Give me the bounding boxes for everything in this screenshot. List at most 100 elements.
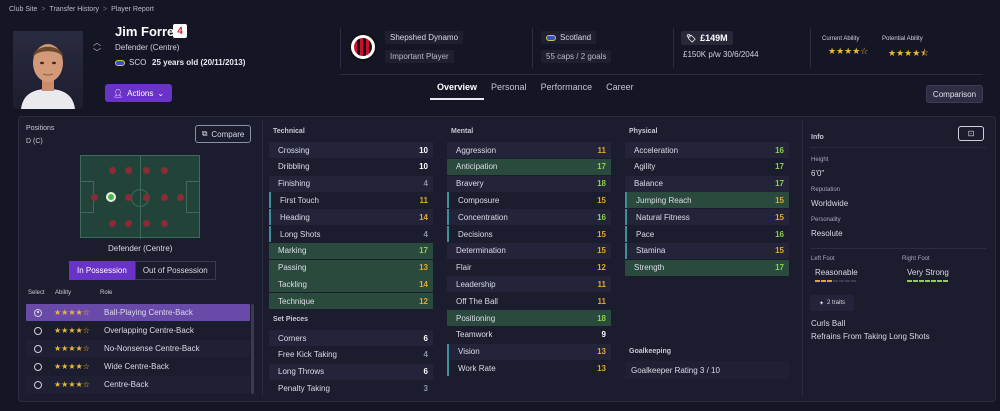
divider <box>802 120 803 396</box>
compare-button[interactable]: ⧉ Compare <box>195 125 251 143</box>
tab-career[interactable]: Career <box>599 80 641 100</box>
attribute-row[interactable]: Determination 15 <box>447 242 611 259</box>
in-possession-tab[interactable]: In Possession <box>69 261 135 280</box>
attribute-value: 15 <box>597 246 606 256</box>
current-ability-stars: ★★★★☆ <box>828 46 869 56</box>
attribute-row[interactable]: Dribbling 10 <box>269 158 433 175</box>
attribute-row[interactable]: Finishing 4 <box>269 175 433 192</box>
role-row[interactable]: ★★★★☆ Centre-Back <box>26 376 250 393</box>
attribute-row[interactable]: Tackling 14 <box>269 276 433 293</box>
attribute-row[interactable]: Marking 17 <box>269 242 433 259</box>
attribute-row[interactable]: First Touch 11 <box>269 192 433 209</box>
possession-toggle: In Possession Out of Possession <box>69 261 216 280</box>
roles-scrollbar[interactable] <box>251 304 254 394</box>
nationality: SCO <box>115 58 146 67</box>
role-ability-stars: ★★★★☆ <box>54 380 90 389</box>
attribute-row[interactable]: Decisions 15 <box>447 226 611 242</box>
info-title: Info <box>811 134 824 141</box>
squad-number-badge: 4 <box>173 24 187 38</box>
attribute-row[interactable]: Positioning 18 <box>447 310 611 326</box>
attribute-row[interactable]: Agility 17 <box>625 158 789 175</box>
club-crest-icon[interactable] <box>349 33 377 61</box>
traits-count: 2 traits <box>827 300 846 306</box>
attribute-row[interactable]: Stamina 15 <box>625 242 789 259</box>
role-row[interactable]: ★★★★☆ Wide Centre-Back <box>26 358 250 375</box>
role-radio[interactable] <box>34 380 42 389</box>
attribute-row[interactable]: Long Throws 6 <box>269 363 433 380</box>
attribute-name: Decisions <box>458 229 493 239</box>
out-of-possession-tab[interactable]: Out of Possession <box>134 261 216 280</box>
reputation-value: Worldwide <box>811 199 849 208</box>
breadcrumb-club-site[interactable]: Club Site <box>9 6 37 13</box>
right-foot-bar <box>907 280 948 282</box>
right-foot-value: Very Strong <box>907 268 949 277</box>
attribute-row[interactable]: Passing 13 <box>269 259 433 276</box>
nation-flag-icon <box>546 34 556 41</box>
tab-personal[interactable]: Personal <box>484 80 534 100</box>
divider <box>262 120 263 396</box>
role-row[interactable]: ★★★★☆ No-Nonsense Centre-Back <box>26 340 250 357</box>
attribute-row[interactable]: Penalty Taking 3 <box>269 380 433 397</box>
attribute-row[interactable]: Aggression 11 <box>447 142 611 158</box>
chevron-up-icon[interactable]: ︿ <box>93 38 101 48</box>
attribute-row[interactable]: Strength 17 <box>625 259 789 276</box>
attribute-value: 16 <box>775 229 784 239</box>
attribute-row[interactable]: Work Rate 13 <box>447 360 611 377</box>
tab-performance[interactable]: Performance <box>534 80 600 100</box>
role-row[interactable]: ★★★★☆ Overlapping Centre-Back <box>26 322 250 339</box>
attribute-row[interactable]: Balance 17 <box>625 175 789 192</box>
attribute-value: 15 <box>775 212 784 222</box>
attribute-row[interactable]: Composure 15 <box>447 192 611 209</box>
role-radio[interactable] <box>34 308 42 317</box>
club-name[interactable]: Shepshed Dynamo <box>385 31 464 44</box>
tab-overview[interactable]: Overview <box>430 80 485 100</box>
attribute-row[interactable]: Acceleration 16 <box>625 142 789 158</box>
role-name: Ball-Playing Centre-Back <box>104 308 193 317</box>
comparison-button[interactable]: Comparison <box>926 85 983 103</box>
attribute-row[interactable]: Jumping Reach 15 <box>625 192 789 209</box>
attribute-row[interactable]: Corners 6 <box>269 330 433 346</box>
header-divider <box>340 74 983 75</box>
goalkeeper-rating: Goalkeeper Rating 3 / 10 <box>625 361 789 379</box>
actions-button[interactable]: 👤︎ Actions ⌄ <box>105 84 172 102</box>
attribute-value: 4 <box>423 179 428 189</box>
chevron-down-icon[interactable]: ﹀ <box>93 48 101 58</box>
attribute-value: 17 <box>419 246 428 256</box>
attribute-value: 13 <box>597 363 606 373</box>
role-radio[interactable] <box>34 326 42 335</box>
attribute-value: 16 <box>597 212 606 222</box>
attribute-value: 15 <box>597 195 606 205</box>
attribute-row[interactable]: Off The Ball 11 <box>447 293 611 310</box>
attribute-row[interactable]: Anticipation 17 <box>447 158 611 175</box>
attribute-row[interactable]: Natural Fitness 15 <box>625 209 789 226</box>
traits-badge[interactable]: ✦ 2 traits <box>810 295 854 311</box>
attribute-row[interactable]: Flair 12 <box>447 259 611 276</box>
attribute-row[interactable]: Leadership 11 <box>447 276 611 293</box>
attribute-row[interactable]: Long Shots 4 <box>269 226 433 242</box>
national-team[interactable]: Scotland <box>541 31 597 44</box>
attribute-value: 3 <box>423 383 428 393</box>
player-nav-arrows[interactable]: ︿ ﹀ <box>93 38 101 58</box>
attribute-row[interactable]: Teamwork 9 <box>447 326 611 343</box>
attribute-row[interactable]: Pace 16 <box>625 226 789 242</box>
role-radio[interactable] <box>34 362 42 371</box>
role-row-selected[interactable]: ★★★★☆ Ball-Playing Centre-Back <box>26 304 250 321</box>
attribute-row[interactable]: Crossing 10 <box>269 142 433 158</box>
attribute-value: 13 <box>419 263 428 273</box>
attribute-row[interactable]: Technique 12 <box>269 293 433 310</box>
divider <box>340 28 341 68</box>
player-card-icon[interactable]: ⊡ <box>958 126 984 141</box>
attribute-row[interactable]: Vision 13 <box>447 343 611 360</box>
breadcrumb-transfer-history[interactable]: Transfer History <box>50 6 100 13</box>
attribute-row[interactable]: Free Kick Taking 4 <box>269 346 433 363</box>
attribute-row[interactable]: Bravery 18 <box>447 175 611 192</box>
person-icon: 👤︎ <box>112 88 124 98</box>
attribute-value: 4 <box>423 350 428 360</box>
attribute-row[interactable]: Heading 14 <box>269 209 433 226</box>
attribute-value: 14 <box>419 279 428 289</box>
attribute-row[interactable]: Concentration 16 <box>447 209 611 226</box>
role-radio[interactable] <box>34 344 42 353</box>
divider <box>810 248 986 249</box>
attribute-value: 16 <box>775 145 784 155</box>
attribute-name: Determination <box>456 246 506 256</box>
